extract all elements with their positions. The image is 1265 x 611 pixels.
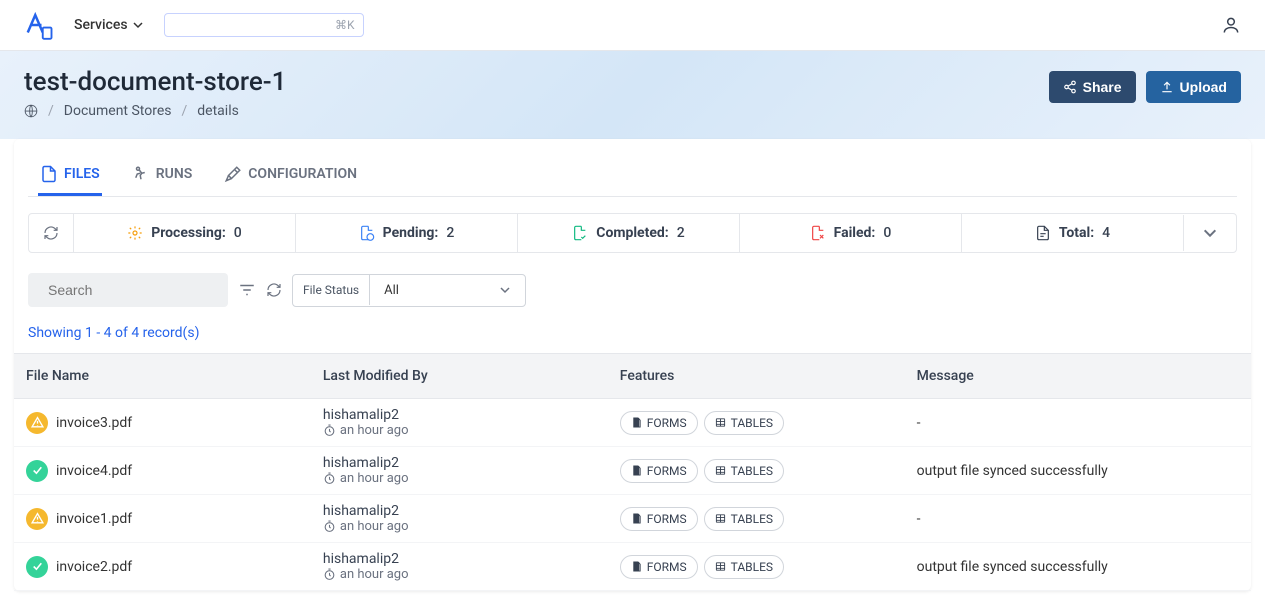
clock-icon: [323, 520, 336, 533]
feature-forms-pill: FORMS: [620, 507, 698, 531]
status-warning-icon: [26, 508, 48, 530]
tools-icon: [224, 165, 242, 183]
modified-time: an hour ago: [323, 423, 596, 438]
feature-tables-pill: TABLES: [704, 507, 784, 531]
form-icon: [631, 417, 642, 428]
form-icon: [631, 513, 642, 524]
upload-icon: [1160, 80, 1174, 94]
chevron-down-icon: [132, 19, 144, 31]
cmd-hint: ⌘K: [335, 18, 355, 32]
page-header: test-document-store-1 / Document Stores …: [0, 51, 1265, 139]
files-table: File Name Last Modified By Features Mess…: [14, 353, 1251, 591]
form-icon: [631, 465, 642, 476]
message-cell: output file synced successfully: [905, 543, 1251, 591]
table-row[interactable]: invoice4.pdf hishamalip2an hour ago FORMST…: [14, 447, 1251, 495]
clock-icon: [323, 424, 336, 437]
share-button[interactable]: Share: [1049, 71, 1136, 103]
modified-time: an hour ago: [323, 471, 596, 486]
file-check-icon: [572, 224, 588, 242]
modified-time: an hour ago: [323, 519, 596, 534]
col-features: Features: [608, 354, 905, 399]
share-icon: [1063, 80, 1077, 94]
file-icon: [40, 165, 58, 183]
table-icon: [715, 561, 726, 572]
globe-icon: [24, 104, 38, 118]
clock-icon: [323, 472, 336, 485]
status-success-icon: [26, 460, 48, 482]
modified-by: hishamalip2: [323, 503, 596, 519]
table-row[interactable]: invoice1.pdf hishamalip2an hour ago FORMST…: [14, 495, 1251, 543]
col-file-name: File Name: [14, 354, 311, 399]
search-box[interactable]: [28, 273, 228, 307]
filter-icon[interactable]: [238, 281, 256, 299]
stats-bar: Processing: 0 Pending: 2 Completed: 2 Fa…: [28, 213, 1237, 253]
chevron-down-icon: [499, 284, 511, 296]
message-cell: output file synced successfully: [905, 447, 1251, 495]
search-input[interactable]: [48, 282, 229, 298]
breadcrumb: / Document Stores / details: [24, 103, 286, 119]
table-icon: [715, 513, 726, 524]
col-last-modified: Last Modified By: [311, 354, 608, 399]
stat-pending: Pending: 2: [295, 214, 517, 252]
message-cell: -: [905, 399, 1251, 447]
upload-button[interactable]: Upload: [1146, 71, 1241, 103]
file-x-icon: [810, 224, 826, 242]
stat-total: Total: 4: [961, 214, 1183, 252]
refresh-icon: [266, 282, 282, 298]
feature-tables-pill: TABLES: [704, 459, 784, 483]
file-status-filter[interactable]: File Status All: [292, 274, 526, 307]
chevron-down-icon: [1202, 225, 1218, 241]
message-cell: -: [905, 495, 1251, 543]
table-icon: [715, 465, 726, 476]
status-warning-icon: [26, 412, 48, 434]
app-logo: [24, 10, 54, 40]
modified-time: an hour ago: [323, 567, 596, 582]
tab-configuration[interactable]: CONFIGURATION: [222, 155, 359, 196]
services-menu[interactable]: Services: [74, 17, 144, 33]
runs-icon: [132, 165, 150, 183]
main-card: FILES RUNS CONFIGURATION Processing: 0: [14, 139, 1251, 591]
file-name: invoice4.pdf: [56, 463, 132, 479]
file-clock-icon: [359, 224, 375, 242]
table-row[interactable]: invoice3.pdf hishamalip2an hour ago FORMST…: [14, 399, 1251, 447]
file-icon: [1035, 224, 1051, 242]
modified-by: hishamalip2: [323, 551, 596, 567]
services-label: Services: [74, 17, 128, 33]
command-search[interactable]: ⌘K: [164, 13, 364, 37]
col-message: Message: [905, 354, 1251, 399]
feature-forms-pill: FORMS: [620, 411, 698, 435]
file-name: invoice2.pdf: [56, 559, 132, 575]
table-icon: [715, 417, 726, 428]
clock-icon: [323, 568, 336, 581]
table-row[interactable]: invoice2.pdf hishamalip2an hour ago FORMST…: [14, 543, 1251, 591]
file-name: invoice3.pdf: [56, 415, 132, 431]
refresh-list-button[interactable]: [266, 282, 282, 298]
feature-tables-pill: TABLES: [704, 555, 784, 579]
user-icon[interactable]: [1221, 15, 1241, 35]
stats-refresh-button[interactable]: [29, 215, 73, 251]
stat-processing: Processing: 0: [73, 214, 295, 252]
breadcrumb-level1[interactable]: Document Stores: [64, 103, 172, 119]
modified-by: hishamalip2: [323, 407, 596, 423]
modified-by: hishamalip2: [323, 455, 596, 471]
refresh-icon: [43, 225, 59, 241]
feature-forms-pill: FORMS: [620, 459, 698, 483]
form-icon: [631, 561, 642, 572]
tab-runs[interactable]: RUNS: [130, 155, 195, 196]
stat-failed: Failed: 0: [739, 214, 961, 252]
gear-icon: [127, 224, 143, 242]
records-count: Showing 1 - 4 of 4 record(s): [14, 313, 1251, 353]
status-success-icon: [26, 556, 48, 578]
topbar: Services ⌘K: [0, 0, 1265, 51]
tab-files[interactable]: FILES: [38, 155, 102, 196]
feature-tables-pill: TABLES: [704, 411, 784, 435]
filter-row: File Status All: [14, 253, 1251, 313]
stats-collapse-toggle[interactable]: [1183, 215, 1236, 251]
tabs: FILES RUNS CONFIGURATION: [28, 155, 1237, 197]
page-title: test-document-store-1: [24, 67, 286, 97]
stat-completed: Completed: 2: [517, 214, 739, 252]
breadcrumb-level2: details: [197, 103, 239, 119]
feature-forms-pill: FORMS: [620, 555, 698, 579]
file-name: invoice1.pdf: [56, 511, 132, 527]
